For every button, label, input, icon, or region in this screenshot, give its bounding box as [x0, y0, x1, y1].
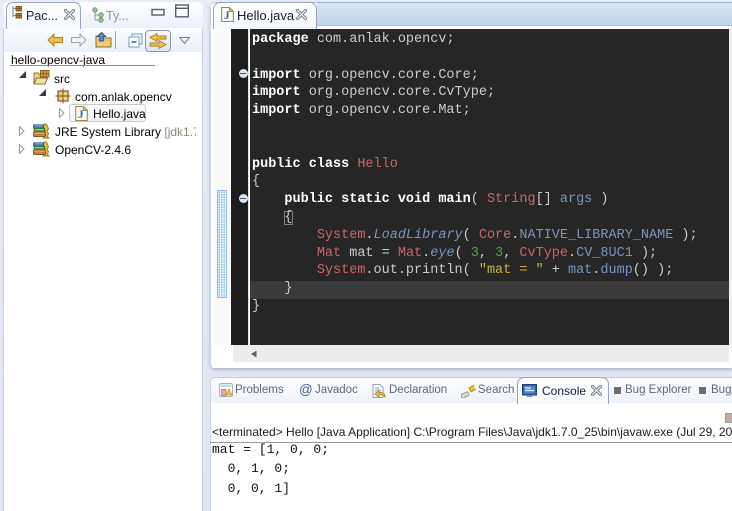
svg-text:J: J — [78, 109, 84, 121]
svg-text:J: J — [224, 10, 230, 22]
